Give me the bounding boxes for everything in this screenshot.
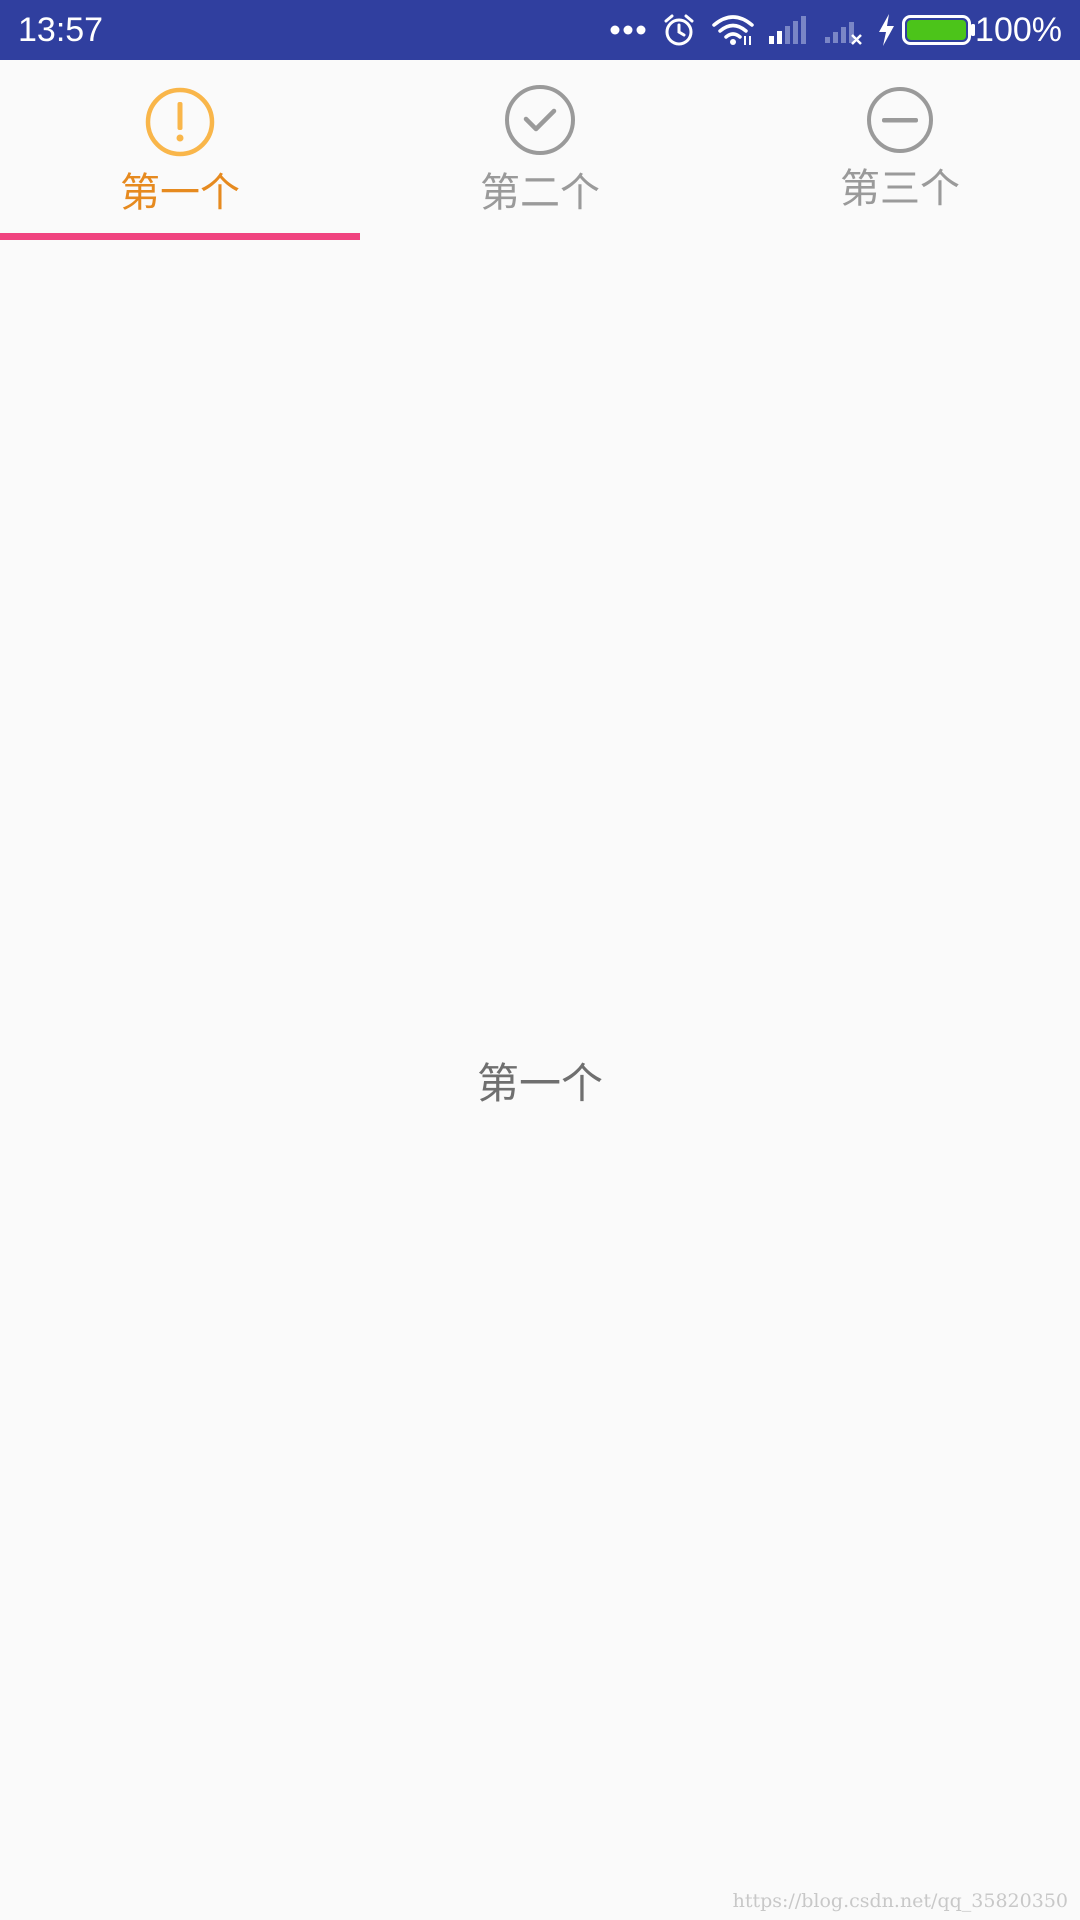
signal-no-service-icon xyxy=(824,0,864,60)
status-time: 13:57 xyxy=(18,11,104,49)
tab-bar: 第一个 第二个 第三个 xyxy=(0,60,1080,240)
check-circle-icon xyxy=(504,84,576,156)
wifi-icon xyxy=(712,0,754,60)
battery-percent: 100% xyxy=(975,11,1062,49)
tab-first[interactable]: 第一个 xyxy=(0,60,360,240)
page-content-text: 第一个 xyxy=(476,1059,603,1108)
tab-third[interactable]: 第三个 xyxy=(720,60,1080,240)
tab-label: 第二个 xyxy=(480,170,600,216)
watermark: https://blog.csdn.net/qq_35820350 xyxy=(732,1890,1068,1912)
alert-circle-icon xyxy=(144,86,216,158)
status-bar: 13:57 100% xyxy=(0,0,1080,60)
minus-circle-icon xyxy=(864,86,936,158)
tab-indicator xyxy=(0,233,360,240)
charging-icon xyxy=(876,0,896,60)
tab-label: 第一个 xyxy=(120,170,240,216)
more-dots-icon xyxy=(610,0,646,60)
signal-icon xyxy=(768,0,808,60)
alarm-icon xyxy=(662,0,696,60)
tab-second[interactable]: 第二个 xyxy=(360,60,720,240)
tab-label: 第三个 xyxy=(840,166,960,212)
battery-icon xyxy=(902,0,976,60)
